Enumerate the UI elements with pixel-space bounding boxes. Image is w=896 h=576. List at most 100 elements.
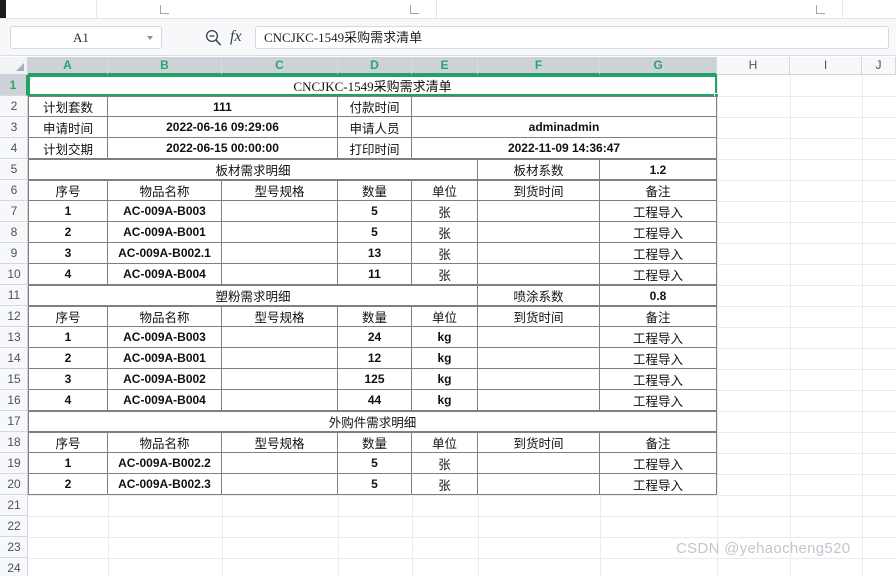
data-cell[interactable]: 到货时间 xyxy=(478,432,600,453)
data-cell[interactable]: 12 xyxy=(338,348,412,369)
formula-input[interactable]: CNCJKC-1549采购需求清单 xyxy=(255,26,889,49)
column-header-i[interactable]: I xyxy=(790,57,862,75)
data-cell[interactable]: 单位 xyxy=(412,306,478,327)
data-cell[interactable]: 1 xyxy=(28,453,108,474)
data-cell[interactable]: 计划套数 xyxy=(28,96,108,117)
search-minus-icon[interactable] xyxy=(204,28,223,47)
empty-cell[interactable] xyxy=(222,348,338,369)
data-cell[interactable]: kg xyxy=(412,348,478,369)
data-cell[interactable]: 11 xyxy=(338,264,412,285)
data-cell[interactable]: 13 xyxy=(338,243,412,264)
data-cell[interactable]: adminadmin xyxy=(412,117,717,138)
data-cell[interactable]: 4 xyxy=(28,390,108,411)
data-cell[interactable]: 张 xyxy=(412,453,478,474)
report-title-cell[interactable]: CNCJKC-1549采购需求清单 xyxy=(28,75,717,96)
data-cell[interactable]: kg xyxy=(412,390,478,411)
empty-cell[interactable] xyxy=(222,243,338,264)
data-cell[interactable]: 张 xyxy=(412,243,478,264)
data-cell[interactable]: 备注 xyxy=(600,432,717,453)
row-header-12[interactable]: 12 xyxy=(0,306,28,327)
data-cell[interactable]: 工程导入 xyxy=(600,348,717,369)
sheet-canvas[interactable]: CNCJKC-1549采购需求清单 计划套数 111 付款时间 申请时间 2022-06-… xyxy=(28,75,896,576)
data-cell[interactable]: 工程导入 xyxy=(600,369,717,390)
empty-cell[interactable] xyxy=(478,369,600,390)
data-cell[interactable]: 备注 xyxy=(600,306,717,327)
data-cell[interactable]: AC-009A-B004 xyxy=(108,264,222,285)
empty-cell[interactable] xyxy=(478,264,600,285)
data-cell[interactable]: 2 xyxy=(28,222,108,243)
data-cell[interactable]: 5 xyxy=(338,222,412,243)
row-header-16[interactable]: 16 xyxy=(0,390,28,411)
data-cell[interactable]: 工程导入 xyxy=(600,327,717,348)
section-title-cell[interactable]: 塑粉需求明细 xyxy=(28,285,478,306)
data-cell[interactable]: 2 xyxy=(28,348,108,369)
data-cell[interactable]: 125 xyxy=(338,369,412,390)
dialog-launcher-icon[interactable] xyxy=(410,5,419,14)
data-cell[interactable]: 张 xyxy=(412,201,478,222)
data-cell[interactable]: 3 xyxy=(28,369,108,390)
data-cell[interactable]: 2 xyxy=(28,474,108,495)
section-title-cell[interactable]: 板材需求明细 xyxy=(28,159,478,180)
data-cell[interactable]: 付款时间 xyxy=(338,96,412,117)
data-cell[interactable]: 型号规格 xyxy=(222,180,338,201)
data-cell[interactable]: 工程导入 xyxy=(600,201,717,222)
data-cell[interactable]: 单位 xyxy=(412,180,478,201)
empty-cell[interactable] xyxy=(478,243,600,264)
select-all-corner[interactable] xyxy=(0,57,28,75)
data-cell[interactable]: 板材系数 xyxy=(478,159,600,180)
column-header-e[interactable]: E xyxy=(412,57,478,75)
empty-cell[interactable] xyxy=(412,96,717,117)
empty-cell[interactable] xyxy=(478,474,600,495)
row-header-19[interactable]: 19 xyxy=(0,453,28,474)
data-cell[interactable]: AC-009A-B002 xyxy=(108,369,222,390)
row-header-23[interactable]: 23 xyxy=(0,537,28,558)
empty-cell[interactable] xyxy=(222,201,338,222)
column-header-g[interactable]: G xyxy=(600,57,717,75)
data-cell[interactable]: 张 xyxy=(412,474,478,495)
empty-cell[interactable] xyxy=(222,264,338,285)
row-header-18[interactable]: 18 xyxy=(0,432,28,453)
data-cell[interactable]: 4 xyxy=(28,264,108,285)
row-header-15[interactable]: 15 xyxy=(0,369,28,390)
column-header-j[interactable]: J xyxy=(862,57,896,75)
data-cell[interactable]: 5 xyxy=(338,453,412,474)
data-cell[interactable]: AC-009A-B002.3 xyxy=(108,474,222,495)
data-cell[interactable]: AC-009A-B003 xyxy=(108,201,222,222)
row-header-10[interactable]: 10 xyxy=(0,264,28,285)
data-cell[interactable]: 2022-06-16 09:29:06 xyxy=(108,117,338,138)
row-header-21[interactable]: 21 xyxy=(0,495,28,516)
dialog-launcher-icon[interactable] xyxy=(816,5,825,14)
empty-cell[interactable] xyxy=(222,453,338,474)
data-cell[interactable]: 备注 xyxy=(600,180,717,201)
insert-function-icon[interactable]: fx xyxy=(230,26,242,48)
data-cell[interactable]: 2022-11-09 14:36:47 xyxy=(412,138,717,159)
data-cell[interactable]: 0.8 xyxy=(600,285,717,306)
empty-cell[interactable] xyxy=(222,390,338,411)
row-header-1[interactable]: 1 xyxy=(0,75,28,96)
row-header-4[interactable]: 4 xyxy=(0,138,28,159)
data-cell[interactable]: 1 xyxy=(28,327,108,348)
row-header-5[interactable]: 5 xyxy=(0,159,28,180)
row-header-17[interactable]: 17 xyxy=(0,411,28,432)
column-header-f[interactable]: F xyxy=(478,57,600,75)
empty-cell[interactable] xyxy=(478,453,600,474)
row-header-7[interactable]: 7 xyxy=(0,201,28,222)
data-cell[interactable]: AC-009A-B002.1 xyxy=(108,243,222,264)
empty-cell[interactable] xyxy=(222,222,338,243)
section-title-cell[interactable]: 外购件需求明细 xyxy=(28,411,717,432)
data-cell[interactable]: 111 xyxy=(108,96,338,117)
data-cell[interactable]: 工程导入 xyxy=(600,474,717,495)
data-cell[interactable]: 5 xyxy=(338,201,412,222)
data-cell[interactable]: 数量 xyxy=(338,306,412,327)
data-cell[interactable]: 数量 xyxy=(338,432,412,453)
data-cell[interactable]: 型号规格 xyxy=(222,432,338,453)
data-cell[interactable]: 5 xyxy=(338,474,412,495)
row-header-20[interactable]: 20 xyxy=(0,474,28,495)
data-cell[interactable]: AC-009A-B001 xyxy=(108,348,222,369)
data-cell[interactable]: 工程导入 xyxy=(600,453,717,474)
row-header-6[interactable]: 6 xyxy=(0,180,28,201)
data-cell[interactable]: AC-009A-B004 xyxy=(108,390,222,411)
data-cell[interactable]: 申请时间 xyxy=(28,117,108,138)
column-header-a[interactable]: A xyxy=(28,57,108,75)
data-cell[interactable]: 物品名称 xyxy=(108,432,222,453)
